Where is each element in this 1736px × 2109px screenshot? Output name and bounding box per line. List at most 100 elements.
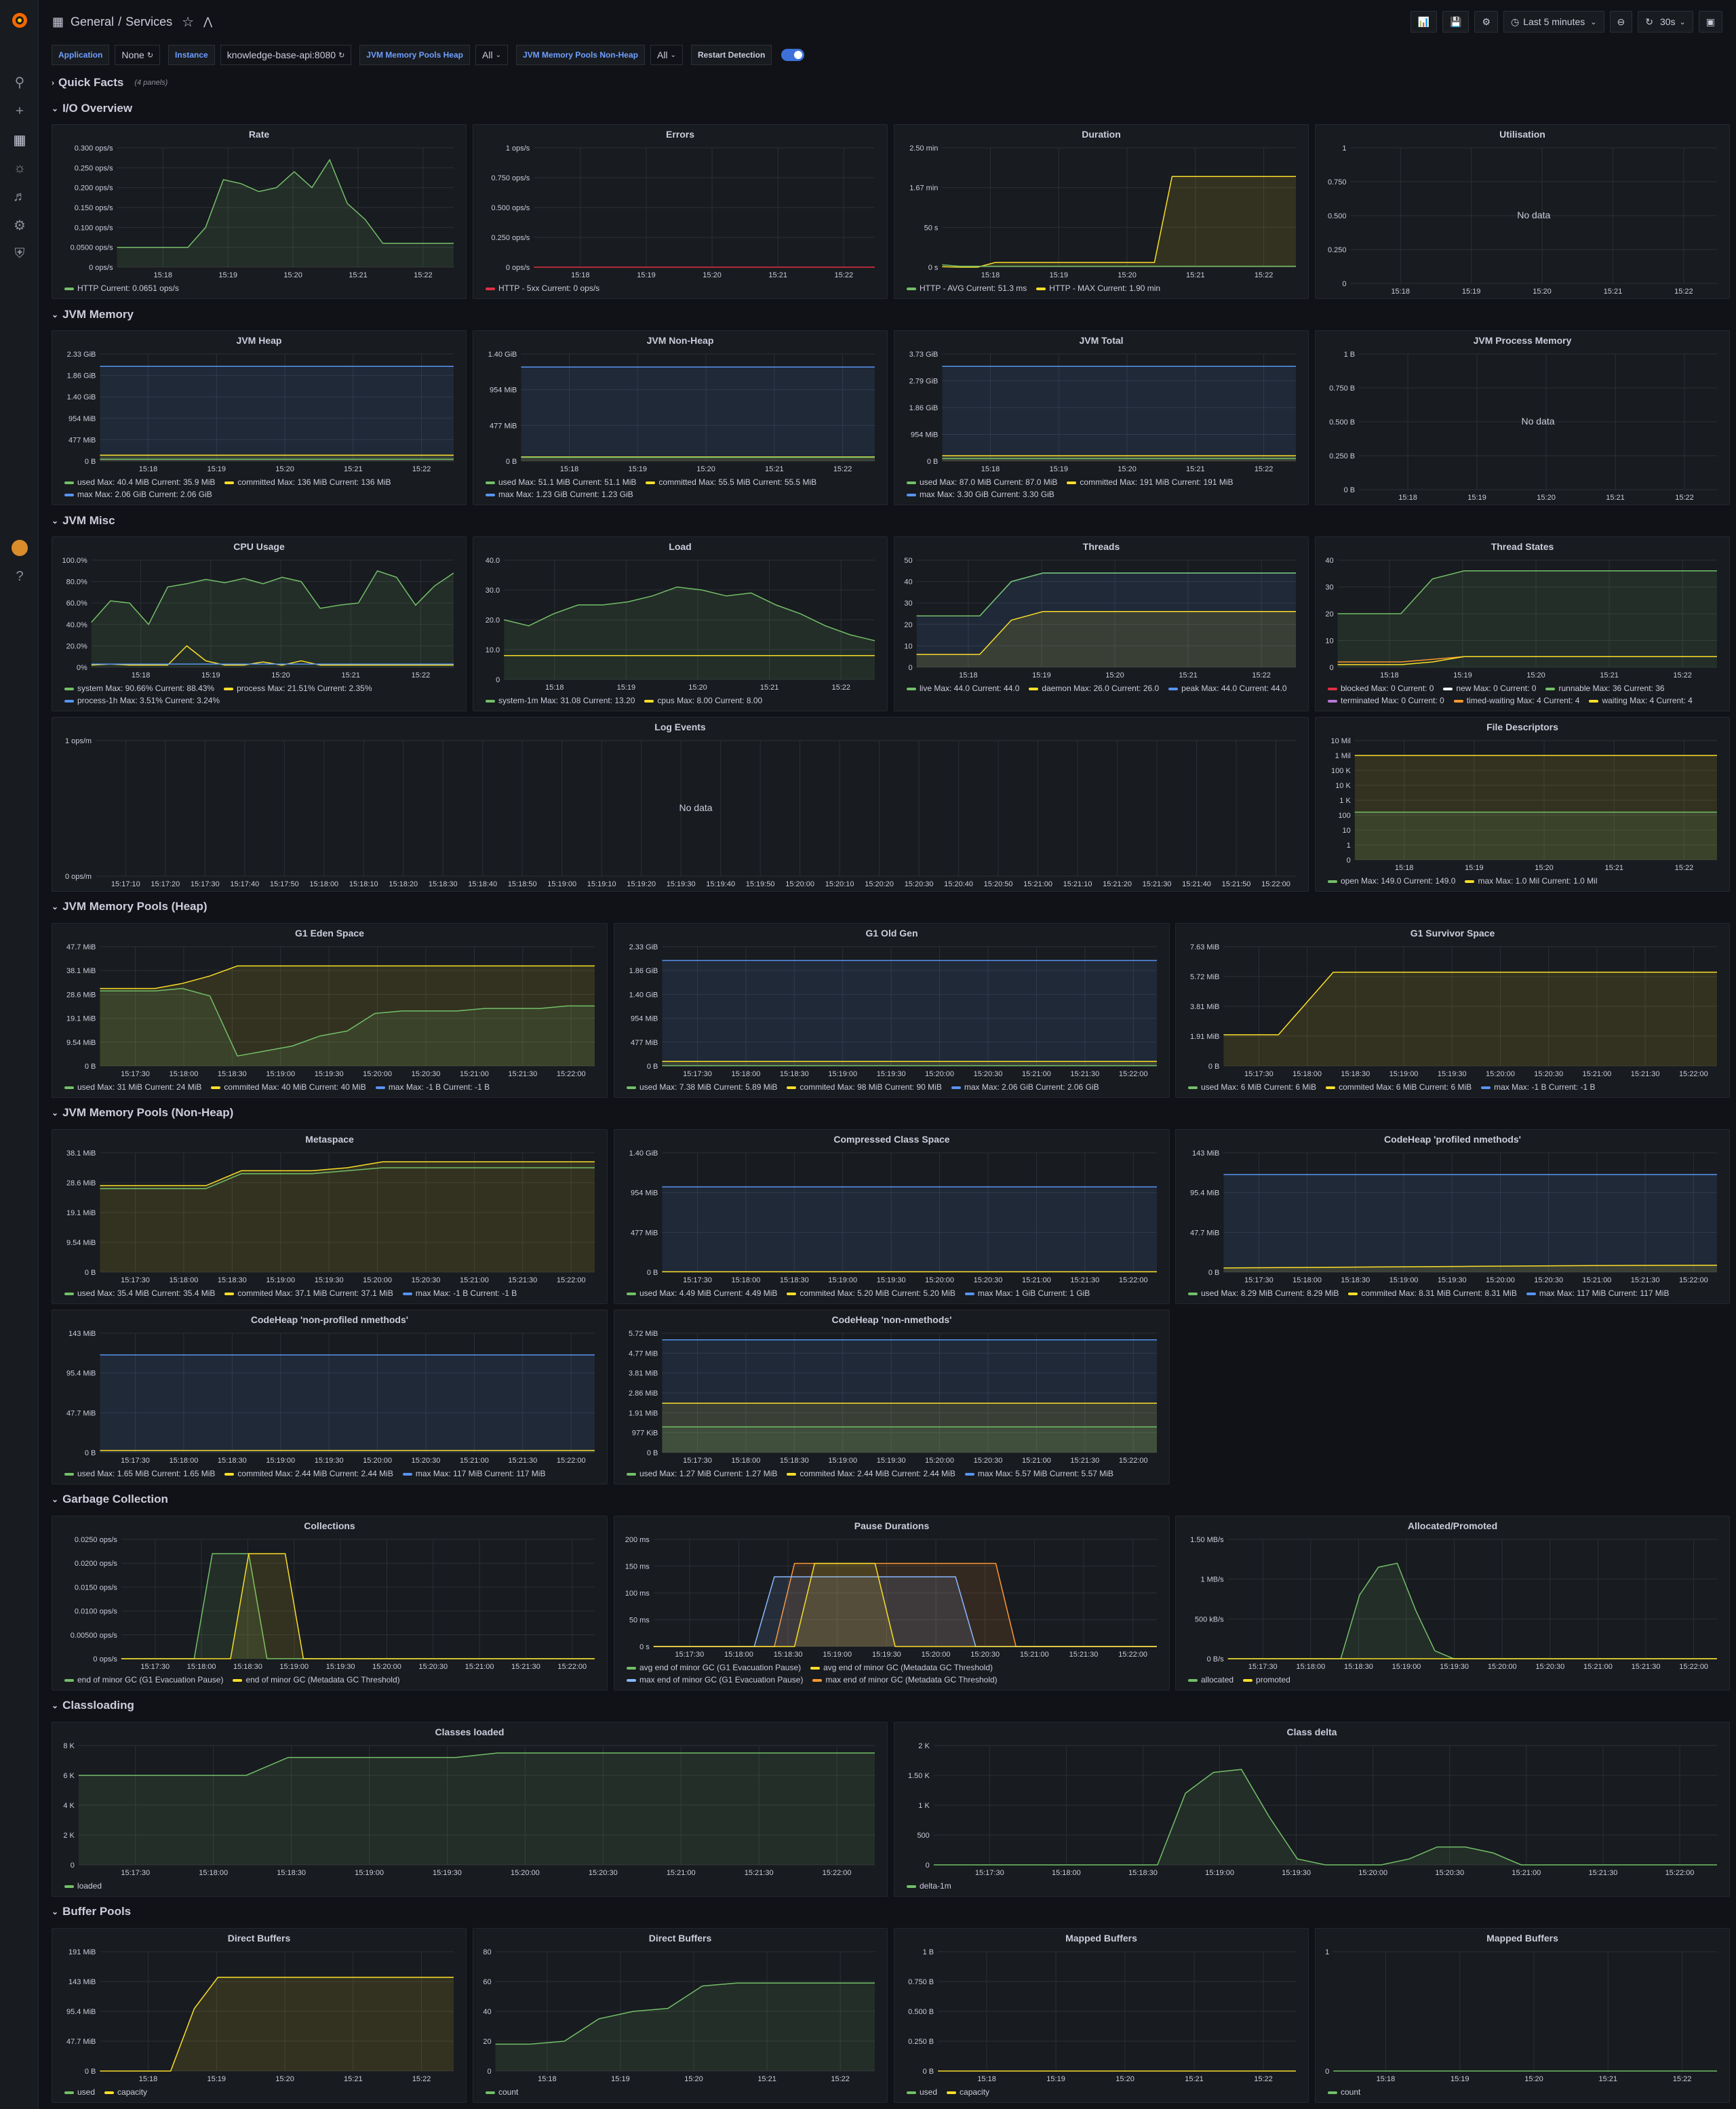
row-buffer-pools[interactable]: ⌄ Buffer Pools — [52, 1901, 131, 1922]
panel-load[interactable]: Load 40.0 30.0 20.0 10.0 0 15:18 15:19 15:20 15:2… — [473, 536, 888, 711]
grafana-logo[interactable] — [9, 9, 31, 31]
legend-item[interactable]: commited Max: 2.44 MiB Current: 2.44 MiB — [787, 1467, 955, 1480]
star-icon[interactable]: ☆ — [182, 14, 194, 31]
legend-item[interactable]: avg end of minor GC (Metadata GC Thresho… — [810, 1661, 993, 1674]
panel-jvm-total[interactable]: JVM Total 3.73 GiB 2.79 GiB 1.86 GiB 954 MiB… — [894, 330, 1309, 505]
restart-detection-toggle[interactable] — [781, 49, 805, 61]
var-select-instance[interactable]: knowledge-base-api:8080 ↻ — [220, 45, 352, 65]
plus-icon[interactable]: + — [9, 100, 31, 122]
search-icon[interactable]: ⚲ — [9, 71, 31, 93]
legend-item[interactable]: HTTP Current: 0.0651 ops/s — [64, 282, 179, 294]
legend-item[interactable]: end of minor GC (Metadata GC Threshold) — [233, 1674, 400, 1686]
panel-class-delta[interactable]: Class delta 2 K 1.50 K1 K 500 0 15:17:30 15:18… — [894, 1722, 1730, 1897]
legend-item[interactable]: commited Max: 2.44 MiB Current: 2.44 MiB — [224, 1467, 393, 1480]
legend-item[interactable]: used Max: 35.4 MiB Current: 35.4 MiB — [64, 1287, 215, 1299]
add-panel-button[interactable]: 📊 — [1410, 11, 1437, 33]
page-title[interactable]: Services — [125, 15, 172, 29]
legend-item[interactable]: avg end of minor GC (G1 Evacuation Pause… — [627, 1661, 801, 1674]
legend-item[interactable]: used Max: 8.29 MiB Current: 8.29 MiB — [1188, 1287, 1339, 1299]
panel-allocated-promoted[interactable]: Allocated/Promoted 1.50 MB/s 1 MB/s 500 kB/… — [1175, 1516, 1730, 1691]
panel-g1-survivor-space[interactable]: G1 Survivor Space 7.63 MiB 5.72 MiB 3.81 Mi… — [1175, 923, 1730, 1098]
panel-mapped-buffers-bytes[interactable]: Mapped Buffers 1 B 0.750 B 0.500 B 0.250 B0 … — [894, 1928, 1309, 2103]
panel-mapped-buffers-count[interactable]: Mapped Buffers 1 0 15:18 15:19 15:20 15:21 15:2… — [1315, 1928, 1730, 2103]
var-select-heap-pools[interactable]: All ⌄ — [475, 45, 508, 65]
legend-item[interactable]: max Max: 2.06 GiB Current: 2.06 GiB — [64, 488, 212, 500]
legend-item[interactable]: used Max: 6 MiB Current: 6 MiB — [1188, 1081, 1316, 1093]
panel-metaspace[interactable]: Metaspace 38.1 MiB 28.6 MiB 19.1 MiB 9.54 Mi… — [52, 1129, 608, 1304]
legend-item[interactable]: system-1m Max: 31.08 Current: 13.20 — [486, 694, 635, 707]
legend-item[interactable]: capacity — [104, 2086, 147, 2098]
legend-item[interactable]: committed Max: 191 MiB Current: 191 MiB — [1067, 476, 1234, 488]
panel-jvm-nonheap[interactable]: JVM Non-Heap 1.40 GiB 954 MiB 477 MiB 0 B 15:… — [473, 330, 888, 505]
panel-compressed-class-space[interactable]: Compressed Class Space 1.40 GiB 954 MiB 477… — [614, 1129, 1170, 1304]
panel-cpu-usage[interactable]: CPU Usage 100.0% 80.0% 60.0% 40.0% 20.0% 0% 15:… — [52, 536, 467, 711]
legend-item[interactable]: HTTP - AVG Current: 51.3 ms — [907, 282, 1027, 294]
legend-item[interactable]: HTTP - 5xx Current: 0 ops/s — [486, 282, 599, 294]
var-select-nonheap-pools[interactable]: All ⌄ — [650, 45, 683, 65]
legend-item[interactable]: used Max: 87.0 MiB Current: 87.0 MiB — [907, 476, 1057, 488]
legend-item[interactable]: committed Max: 55.5 MiB Current: 55.5 Mi… — [646, 476, 816, 488]
row-garbage-collection[interactable]: ⌄ Garbage Collection — [52, 1489, 168, 1510]
panel-codeheap-non-nmethods[interactable]: CodeHeap 'non-nmethods' 5.72 MiB 4.77 MiB 3… — [614, 1309, 1170, 1484]
legend-item[interactable]: used — [907, 2086, 937, 2098]
zoom-out-button[interactable]: ⊖ — [1609, 11, 1633, 33]
row-nonheap-pools[interactable]: ⌄ JVM Memory Pools (Non-Heap) — [52, 1103, 233, 1123]
legend-item[interactable]: count — [1328, 2086, 1360, 2098]
shield-icon[interactable]: ⛨ — [9, 243, 31, 264]
help-icon[interactable]: ? — [9, 566, 31, 587]
legend-item[interactable]: max Max: -1 B Current: -1 B — [1481, 1081, 1596, 1093]
legend-item[interactable]: max Max: -1 B Current: -1 B — [375, 1081, 490, 1093]
legend-item[interactable]: used Max: 51.1 MiB Current: 51.1 MiB — [486, 476, 636, 488]
legend-item[interactable]: commited Max: 5.20 MiB Current: 5.20 MiB — [787, 1287, 955, 1299]
panel-codeheap-profiled[interactable]: CodeHeap 'profiled nmethods' 143 MiB 95.4 … — [1175, 1129, 1730, 1304]
breadcrumb-folder[interactable]: General — [71, 15, 114, 29]
legend-item[interactable]: live Max: 44.0 Current: 44.0 — [907, 682, 1019, 694]
legend-item[interactable]: count — [486, 2086, 518, 2098]
legend-item[interactable]: used Max: 40.4 MiB Current: 35.9 MiB — [64, 476, 215, 488]
var-select-application[interactable]: None ↻ — [115, 45, 161, 65]
legend-item[interactable]: commited Max: 40 MiB Current: 40 MiB — [211, 1081, 366, 1093]
row-classloading[interactable]: ⌄ Classloading — [52, 1695, 134, 1716]
panel-collections[interactable]: Collections 0.0250 ops/s 0.0200 ops/s 0.015… — [52, 1516, 608, 1691]
legend-item[interactable]: commited Max: 6 MiB Current: 6 MiB — [1326, 1081, 1472, 1093]
row-jvm-memory[interactable]: ⌄ JVM Memory — [52, 304, 134, 325]
legend-item[interactable]: promoted — [1243, 1674, 1290, 1686]
legend-item[interactable]: system Max: 90.66% Current: 88.43% — [64, 682, 214, 694]
panel-direct-buffers-bytes[interactable]: Direct Buffers 191 MiB 143 MiB 95.4 MiB 47.7… — [52, 1928, 467, 2103]
save-dashboard-button[interactable]: 💾 — [1442, 11, 1469, 33]
legend-item[interactable]: max Max: 1 GiB Current: 1 GiB — [964, 1287, 1090, 1299]
row-io-overview[interactable]: ⌄ I/O Overview — [52, 98, 132, 119]
legend-item[interactable]: process-1h Max: 3.51% Current: 3.24% — [64, 694, 220, 707]
panel-errors[interactable]: Errors 1 ops/s 0.750 ops/s 0.500 ops/s 0.250… — [473, 124, 888, 299]
legend-item[interactable]: waiting Max: 4 Current: 4 — [1589, 694, 1693, 707]
legend-item[interactable]: commited Max: 37.1 MiB Current: 37.1 MiB — [224, 1287, 393, 1299]
panel-direct-buffers-count[interactable]: Direct Buffers 80 60 40 20 0 15:18 15:19 15:20 15… — [473, 1928, 888, 2103]
legend-item[interactable]: max Max: 117 MiB Current: 117 MiB — [1526, 1287, 1669, 1299]
legend-item[interactable]: capacity — [947, 2086, 989, 2098]
legend-item[interactable]: committed Max: 136 MiB Current: 136 MiB — [224, 476, 391, 488]
row-jvm-misc[interactable]: ⌄ JVM Misc — [52, 511, 115, 531]
share-icon[interactable]: ⋀ — [203, 15, 212, 28]
panel-jvm-heap[interactable]: JVM Heap 2.33 GiB 1.86 GiB 1.40 GiB 954 MiB 4… — [52, 330, 467, 505]
legend-item[interactable]: max Max: 3.30 GiB Current: 3.30 GiB — [907, 488, 1054, 500]
legend-item[interactable]: max Max: 1.23 GiB Current: 1.23 GiB — [486, 488, 633, 500]
refresh-button[interactable]: ↻ 30s ⌄ — [1638, 11, 1693, 33]
legend-item[interactable]: open Max: 149.0 Current: 149.0 — [1328, 875, 1455, 887]
legend-item[interactable]: used Max: 7.38 MiB Current: 5.89 MiB — [627, 1081, 777, 1093]
legend-item[interactable]: daemon Max: 26.0 Current: 26.0 — [1029, 682, 1159, 694]
legend-item[interactable]: used Max: 1.27 MiB Current: 1.27 MiB — [627, 1467, 777, 1480]
panel-classes-loaded[interactable]: Classes loaded 8 K6 K4 K2 K 0 15:17:30 15:18… — [52, 1722, 888, 1897]
legend-item[interactable]: used Max: 4.49 MiB Current: 4.49 MiB — [627, 1287, 777, 1299]
panel-log-events[interactable]: Log Events 1 ops/m 0 ops/m 15:17:10 15:17:20… — [52, 717, 1309, 892]
legend-item[interactable]: timed-waiting Max: 4 Current: 4 — [1453, 694, 1579, 707]
legend-item[interactable]: max Max: 117 MiB Current: 117 MiB — [402, 1467, 545, 1480]
panel-jvm-process-memory[interactable]: JVM Process Memory 1 B 0.750 B 0.500 B 0.250… — [1315, 330, 1730, 505]
dashboards-icon[interactable]: ▦ — [9, 129, 31, 151]
row-heap-pools[interactable]: ⌄ JVM Memory Pools (Heap) — [52, 896, 208, 917]
panel-threads[interactable]: Threads 50 40 30 20 10 0 15:18 15:19 15:20 15:21 15… — [894, 536, 1309, 711]
legend-item[interactable]: max Max: 2.06 GiB Current: 2.06 GiB — [951, 1081, 1099, 1093]
legend-item[interactable]: loaded — [64, 1880, 102, 1892]
panel-file-descriptors[interactable]: File Descriptors 10 Mil 1 Mil 100 K 10 K1 K1… — [1315, 717, 1730, 892]
row-quick-facts[interactable]: › Quick Facts (4 panels) — [52, 73, 167, 93]
panel-g1-eden-space[interactable]: G1 Eden Space 47.7 MiB 38.1 MiB 28.6 MiB 19.… — [52, 923, 608, 1098]
